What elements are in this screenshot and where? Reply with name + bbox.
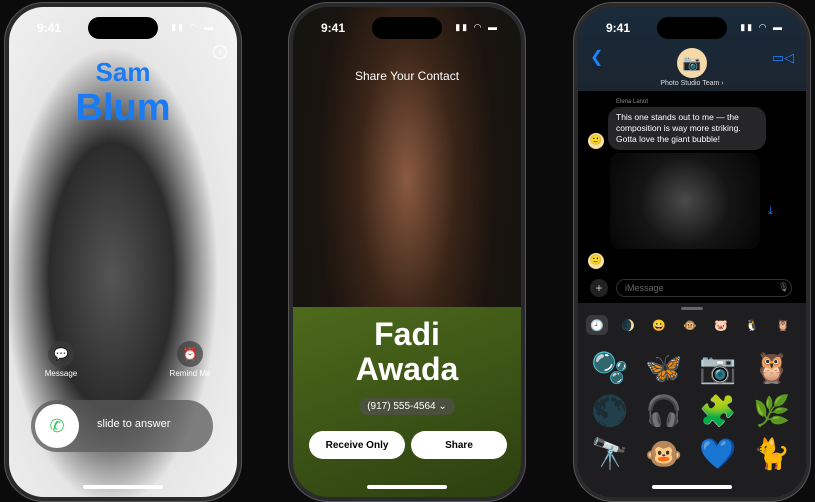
last-name: Awada: [355, 351, 459, 387]
messages-screen: 9:41 ▮▮ ◠ ▬ ❮ ▭◁ 📷 Photo Studio Team › E…: [578, 7, 806, 497]
sticker[interactable]: 🐵: [638, 437, 690, 472]
chevron-down-icon: ⌄: [438, 401, 447, 412]
alarm-icon: ⏰: [182, 347, 198, 361]
message-input[interactable]: iMessage: [616, 279, 792, 297]
sticker-tab[interactable]: 🐷: [710, 315, 732, 335]
sticker-tab[interactable]: 🐧: [741, 315, 763, 335]
message-bubble: This one stands out to me — the composit…: [608, 107, 766, 150]
sticker-tab[interactable]: 🐵: [679, 315, 701, 335]
group-name[interactable]: Photo Studio Team ›: [578, 80, 806, 87]
plus-button[interactable]: +: [590, 279, 608, 297]
home-indicator: [83, 485, 163, 489]
phone-icon[interactable]: ✆: [35, 404, 79, 448]
sticker-grid: 🫧 🦋 📷 🦉 🌑 🎧 🧩 🌿 🔭 🐵 💙 🐈: [584, 351, 798, 472]
message-photo[interactable]: [610, 153, 760, 249]
share-title: Share Your Contact: [354, 69, 460, 83]
first-name: Fadi: [374, 316, 440, 352]
caller-last-name: Blum: [75, 87, 171, 129]
dynamic-island: [88, 17, 158, 39]
remind-me-label: Remind Me: [169, 369, 211, 378]
remind-me-button[interactable]: ⏰: [177, 341, 203, 367]
sticker[interactable]: 🧩: [692, 394, 744, 429]
status-icons: ▮▮ ◠ ▬: [455, 22, 499, 32]
home-indicator: [652, 485, 732, 489]
status-time: 9:41: [606, 21, 631, 35]
dynamic-island: [372, 17, 442, 39]
recents-tab[interactable]: 🕘: [586, 315, 608, 335]
save-download-icon[interactable]: ⤓: [768, 205, 773, 218]
phone-share-contact: 9:41 ▮▮ ◠ ▬ Share Your Contact Fadi Awada…: [288, 2, 526, 502]
sender-name: Elena Lanot: [616, 99, 649, 105]
home-indicator: [367, 485, 447, 489]
group-avatar[interactable]: 📷: [677, 48, 707, 78]
sticker-tabs: 🕘 🌒 😀 🐵 🐷 🐧 🦉: [586, 315, 794, 335]
message-label: Message: [44, 369, 78, 378]
sticker[interactable]: 🦉: [746, 351, 798, 386]
share-contact-screen: 9:41 ▮▮ ◠ ▬ Share Your Contact Fadi Awada…: [293, 7, 521, 497]
slide-to-answer[interactable]: ✆ slide to answer: [31, 400, 213, 452]
microphone-icon[interactable]: 🎙: [778, 282, 789, 293]
dynamic-island: [657, 17, 727, 39]
sticker[interactable]: 📷: [692, 351, 744, 386]
sender-avatar: 🙂: [588, 133, 604, 149]
message-button[interactable]: 💬: [48, 341, 74, 367]
sticker[interactable]: 🦋: [638, 351, 690, 386]
status-icons: ▮▮ ◠ ▬: [740, 22, 784, 32]
sticker[interactable]: 🔭: [584, 437, 636, 472]
caller-first-name: Sam: [95, 57, 151, 87]
message-icon: 💬: [53, 347, 69, 361]
sticker[interactable]: 🫧: [584, 351, 636, 386]
share-button[interactable]: Share: [411, 431, 507, 459]
sticker[interactable]: 🌿: [746, 394, 798, 429]
sticker[interactable]: 🐈: [746, 437, 798, 472]
phone-number: (917) 555-4564: [367, 401, 436, 412]
sticker[interactable]: 🎧: [638, 394, 690, 429]
sticker[interactable]: 💙: [692, 437, 744, 472]
status-icons: ▮▮ ◠ ▬: [171, 22, 215, 32]
phone-number-selector[interactable]: (917) 555-4564 ⌄: [359, 398, 455, 415]
phone-messages: 9:41 ▮▮ ◠ ▬ ❮ ▭◁ 📷 Photo Studio Team › E…: [573, 2, 811, 502]
incoming-call-screen: 9:41 ▮▮ ◠ ▬ i Sam Blum 💬 Message ⏰ Remin…: [9, 7, 237, 497]
tray-grabber[interactable]: [681, 307, 703, 310]
status-time: 9:41: [321, 21, 346, 35]
phone-incoming-call: 9:41 ▮▮ ◠ ▬ i Sam Blum 💬 Message ⏰ Remin…: [4, 2, 242, 502]
sticker[interactable]: 🌑: [584, 394, 636, 429]
receive-only-button[interactable]: Receive Only: [309, 431, 405, 459]
sticker-tab[interactable]: 🌒: [617, 315, 639, 335]
back-chevron-icon[interactable]: ❮: [590, 47, 603, 67]
sticker-tab[interactable]: 🦉: [772, 315, 794, 335]
facetime-video-icon[interactable]: ▭◁: [772, 50, 794, 66]
sender-avatar: 🙂: [588, 253, 604, 269]
contact-name: Fadi Awada: [293, 317, 521, 387]
status-time: 9:41: [37, 21, 62, 35]
sticker-tray: 🕘 🌒 😀 🐵 🐷 🐧 🦉 🫧 🦋 📷 🦉 🌑 🎧 🧩 🌿 🔭 🐵 💙 🐈: [578, 303, 806, 497]
slide-text: slide to answer: [97, 418, 171, 430]
sticker-tab[interactable]: 😀: [648, 315, 670, 335]
